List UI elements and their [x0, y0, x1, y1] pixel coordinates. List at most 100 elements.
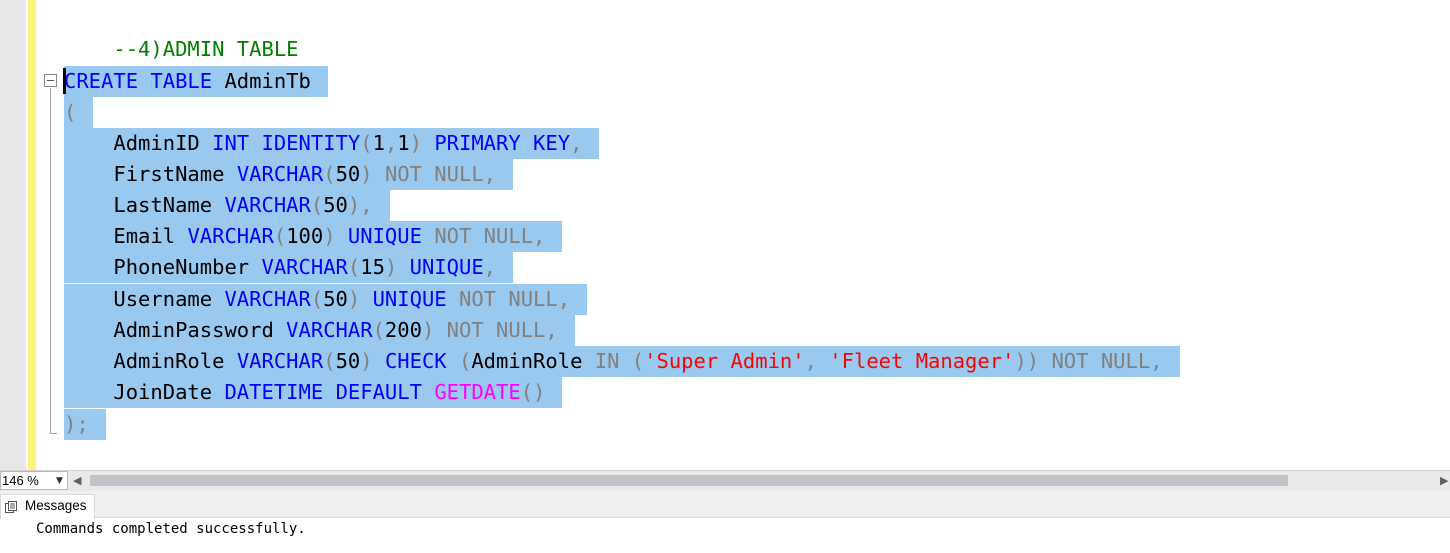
column-name: Username — [113, 287, 213, 311]
change-tracking-margin — [28, 0, 36, 470]
scroll-left-icon[interactable]: ◀ — [73, 474, 81, 487]
scroll-right-icon[interactable]: ▶ — [1440, 474, 1448, 487]
paren: ); — [64, 412, 89, 436]
paren: ( — [323, 349, 336, 373]
code-line-close: ); — [64, 409, 106, 440]
function-name: GETDATE — [434, 380, 521, 404]
code-line-firstname: FirstName VARCHAR(50) NOT NULL, — [64, 159, 514, 190]
outline-margin — [36, 0, 50, 470]
paren: ( — [347, 255, 361, 279]
keyword: UNIQUE — [372, 287, 447, 311]
keyword: NOT NULL, — [434, 224, 546, 248]
data-type: VARCHAR — [236, 162, 324, 186]
number: 200 — [384, 318, 422, 342]
comma: , — [384, 131, 398, 155]
code-line-comment: --4)ADMIN TABLE — [64, 3, 298, 61]
code-line-create: CREATE TABLE AdminTb — [64, 66, 328, 97]
comma: , — [483, 255, 497, 279]
string-literal: 'Fleet Manager' — [829, 349, 1015, 373]
paren: ( — [310, 287, 324, 311]
line-number-margin — [0, 0, 26, 470]
keyword: CHECK — [384, 349, 447, 373]
number: 50 — [323, 193, 348, 217]
data-type: VARCHAR — [261, 255, 348, 279]
tab-messages[interactable]: Messages — [0, 494, 95, 519]
column-name: Email — [113, 224, 176, 248]
outline-bracket-end — [50, 433, 57, 434]
keyword: NOT NULL, — [446, 318, 558, 342]
paren: ) — [360, 162, 373, 186]
keyword: NOT NULL, — [1051, 349, 1163, 373]
data-type: VARCHAR — [224, 287, 311, 311]
paren: ) — [384, 255, 398, 279]
paren: ) — [323, 224, 336, 248]
keyword: IDENTITY — [261, 131, 361, 155]
column-name: AdminPassword — [113, 318, 274, 342]
sql-comment: --4)ADMIN TABLE — [113, 37, 299, 61]
scrollbar-thumb[interactable] — [90, 475, 1288, 486]
results-tabstrip — [0, 491, 1450, 518]
result-message: Commands completed successfully. — [36, 521, 306, 537]
paren: ( — [273, 224, 287, 248]
keyword: DEFAULT — [335, 380, 422, 404]
keyword: NOT NULL, — [459, 287, 571, 311]
data-type: VARCHAR — [236, 349, 324, 373]
comma: , — [570, 131, 583, 155]
paren: ) — [347, 287, 361, 311]
paren: ( — [64, 100, 77, 124]
column-name: AdminID — [113, 131, 200, 155]
string-literal: 'Super Admin' — [644, 349, 805, 373]
paren: ) — [360, 349, 373, 373]
column-name: JoinDate — [113, 380, 213, 404]
code-line-phonenumber: PhoneNumber VARCHAR(15) UNIQUE, — [64, 252, 514, 283]
comma: , — [804, 349, 830, 373]
code-line-adminpassword: AdminPassword VARCHAR(200) NOT NULL, — [64, 315, 575, 346]
paren: ( — [459, 349, 472, 373]
messages-icon — [5, 501, 17, 513]
zoom-value: 146 % — [2, 473, 39, 488]
chevron-down-icon[interactable]: ▼ — [56, 476, 63, 486]
number: 50 — [323, 287, 348, 311]
data-type: VARCHAR — [187, 224, 274, 248]
number: 1 — [397, 131, 410, 155]
paren: ), — [347, 193, 373, 217]
data-type: VARCHAR — [286, 318, 373, 342]
table-name: AdminTb — [224, 69, 311, 93]
keyword: IN ( — [594, 349, 645, 373]
collapse-icon[interactable] — [44, 74, 57, 87]
number: 1 — [372, 131, 385, 155]
keyword: CREATE — [64, 69, 139, 93]
number: 50 — [335, 349, 361, 373]
number: 50 — [335, 162, 361, 186]
paren: ) — [421, 318, 435, 342]
code-line-lastname: LastName VARCHAR(50), — [64, 190, 390, 221]
keyword: PRIMARY KEY — [434, 131, 571, 155]
keyword: NOT NULL, — [384, 162, 497, 186]
text-caret — [63, 68, 66, 94]
results-pane: Messages Commands completed successfully… — [0, 491, 1450, 553]
column-name: FirstName — [113, 162, 225, 186]
column-name: LastName — [113, 193, 213, 217]
paren: ( — [310, 193, 324, 217]
code-line-adminrole: AdminRole VARCHAR(50) CHECK (AdminRole I… — [64, 346, 1180, 377]
keyword: TABLE — [150, 69, 213, 93]
column-name: AdminRole — [113, 349, 225, 373]
paren: ( — [360, 131, 373, 155]
query-editor[interactable]: --4)ADMIN TABLE CREATE TABLE AdminTb ( A… — [0, 0, 1450, 470]
paren: () — [520, 380, 546, 404]
keyword: UNIQUE — [347, 224, 422, 248]
paren: ) — [409, 131, 422, 155]
paren: )) — [1014, 349, 1040, 373]
column-name: AdminRole — [471, 349, 583, 373]
keyword: UNIQUE — [409, 255, 484, 279]
column-name: PhoneNumber — [113, 255, 250, 279]
data-type: DATETIME — [224, 380, 324, 404]
code-line-joindate: JoinDate DATETIME DEFAULT GETDATE() — [64, 377, 563, 408]
code-line-email: Email VARCHAR(100) UNIQUE NOT NULL, — [64, 221, 563, 252]
number: 15 — [360, 255, 385, 279]
paren: ( — [323, 162, 336, 186]
tab-label: Messages — [25, 498, 87, 513]
paren: ( — [372, 318, 385, 342]
data-type: INT — [212, 131, 250, 155]
outline-bracket — [50, 88, 51, 433]
